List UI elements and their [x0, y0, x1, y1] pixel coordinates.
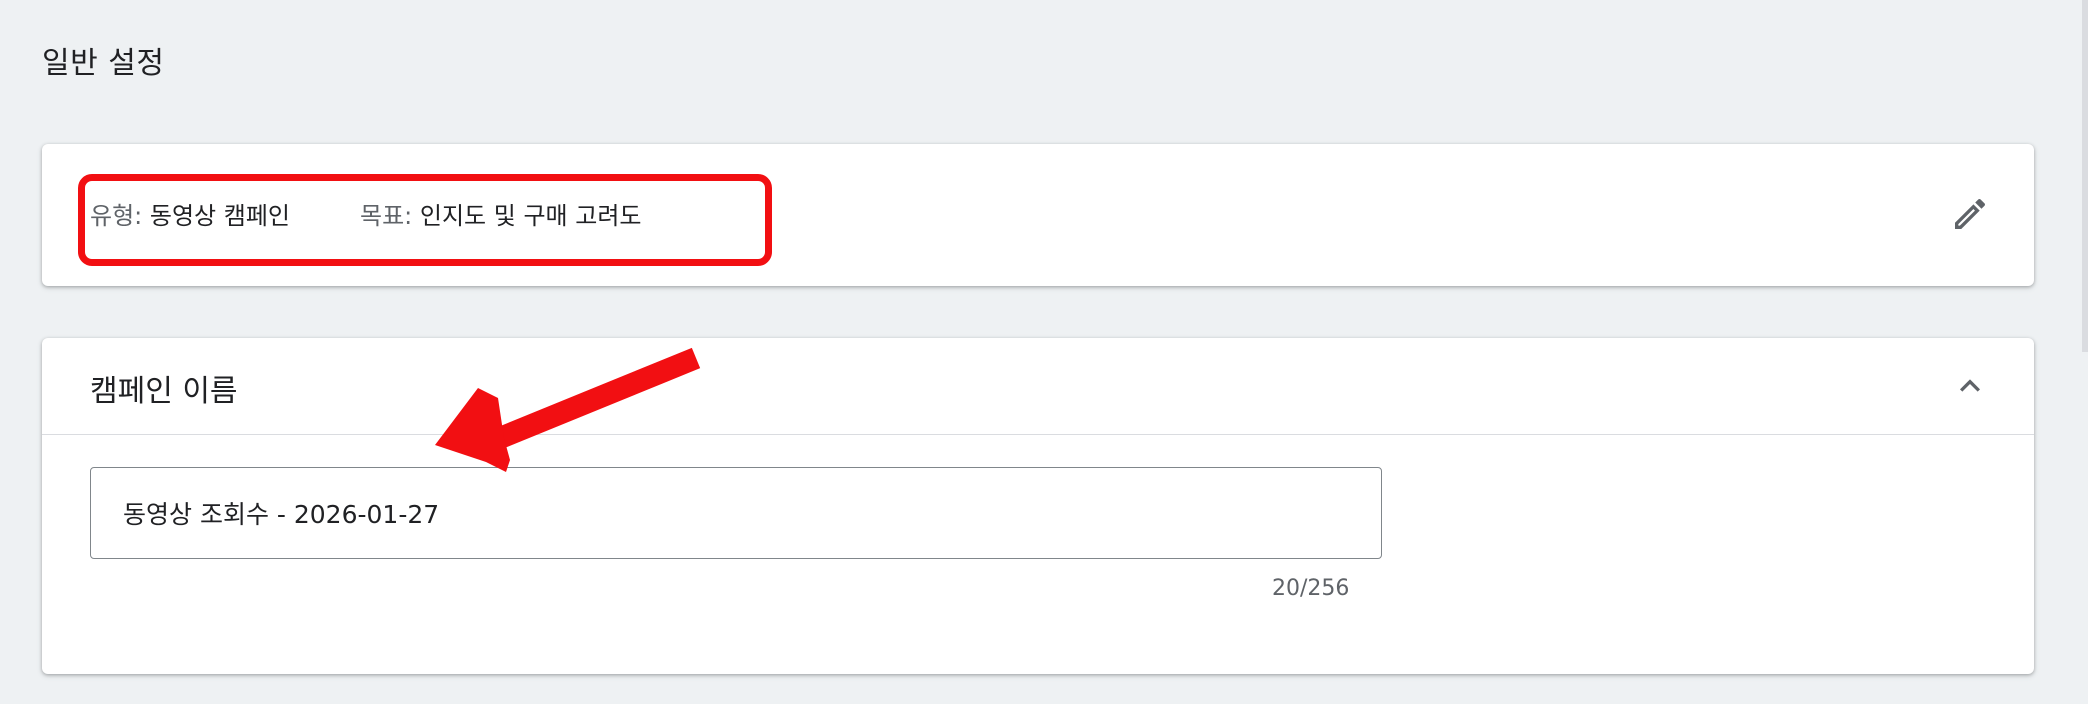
- goal-label: 목표:: [360, 202, 413, 230]
- summary-type: 유형: 동영상 캠페인: [90, 202, 290, 230]
- campaign-name-input[interactable]: [90, 467, 1382, 559]
- edit-button[interactable]: [1948, 192, 1992, 236]
- summary-goal: 목표: 인지도 및 구매 고려도: [360, 196, 642, 231]
- pencil-icon: [1955, 199, 1986, 229]
- type-label: 유형:: [90, 202, 143, 230]
- campaign-name-card: 캠페인 이름 20/256: [42, 338, 2034, 674]
- campaign-name-title: 캠페인 이름: [90, 374, 238, 409]
- general-settings-title: 일반 설정: [42, 46, 165, 81]
- collapse-button[interactable]: [1948, 364, 1992, 408]
- page-scrollbar[interactable]: [2082, 0, 2088, 352]
- campaign-name-header[interactable]: 캠페인 이름: [42, 338, 2034, 435]
- type-value: 동영상 캠페인: [149, 202, 290, 230]
- chevron-up-icon: [1960, 379, 1980, 392]
- goal-value: 인지도 및 구매 고려도: [419, 202, 642, 230]
- campaign-summary-row: 유형: 동영상 캠페인 목표: 인지도 및 구매 고려도: [90, 196, 642, 231]
- campaign-summary-card: 유형: 동영상 캠페인 목표: 인지도 및 구매 고려도: [42, 144, 2034, 286]
- char-counter: 20/256: [1272, 576, 1350, 601]
